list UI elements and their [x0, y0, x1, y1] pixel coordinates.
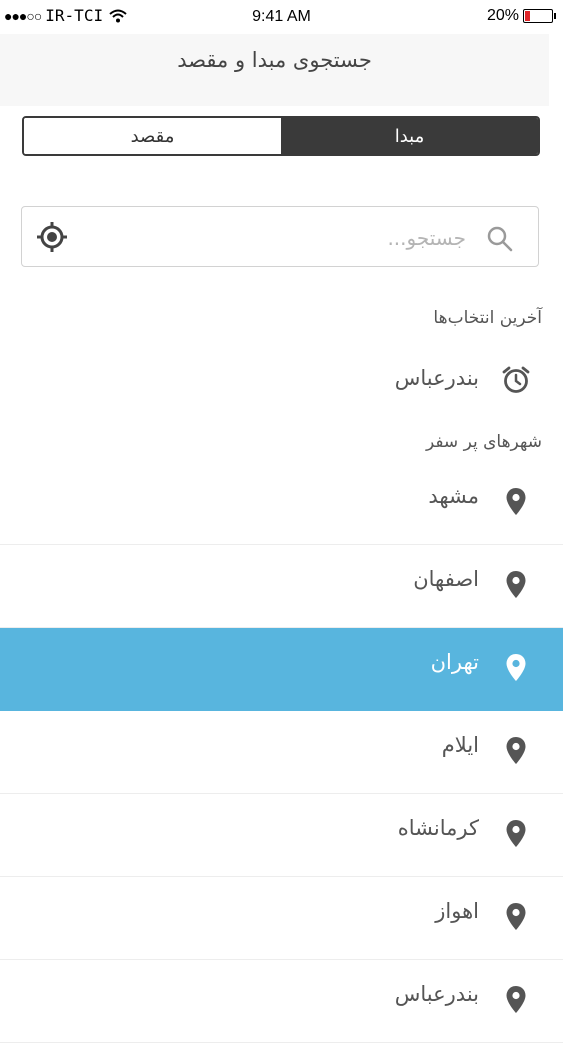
recent-item[interactable]: بندرعباس [0, 352, 563, 408]
search-box [21, 206, 539, 267]
city-name: ایلام [441, 733, 479, 757]
origin-destination-toggle: مقصد مبدا [22, 116, 540, 156]
city-name: اصفهان [413, 567, 479, 591]
city-name: اهواز [435, 899, 479, 923]
recent-section-title: آخرین انتخاب‌ها [433, 308, 542, 328]
search-icon [487, 226, 513, 252]
battery-level [525, 11, 530, 21]
battery-status: 20% [486, 7, 556, 25]
city-list: مشهد اصفهان تهران ایلام کرمانشاه اهواز بندرعبا… [0, 462, 563, 1043]
map-pin-icon [506, 986, 526, 1013]
city-list-item[interactable]: بندرعباس [0, 960, 563, 1043]
map-pin-icon [506, 737, 526, 764]
map-pin-icon [506, 571, 526, 598]
city-name: مشهد [428, 484, 479, 508]
battery-percent: 20% [486, 7, 519, 24]
popular-section-title: شهرهای پر سفر [425, 432, 542, 452]
page-title: جستجوی مبدا و مقصد [177, 48, 372, 72]
map-pin-icon [506, 820, 526, 847]
tab-destination[interactable]: مقصد [24, 118, 281, 154]
city-list-item[interactable]: کرمانشاه [0, 794, 563, 877]
city-list-item[interactable]: ایلام [0, 711, 563, 794]
map-pin-icon [506, 654, 526, 681]
status-bar: ●●●○○ IR-TCI 9:41 AM 20% [0, 0, 563, 34]
search-input[interactable] [104, 221, 468, 255]
city-list-item[interactable]: تهران [0, 628, 563, 711]
current-location-icon[interactable] [36, 221, 68, 253]
battery-icon [523, 9, 556, 23]
city-list-item[interactable]: مشهد [0, 462, 563, 545]
city-name: بندرعباس [394, 982, 479, 1006]
recent-item-label: بندرعباس [394, 366, 479, 390]
city-name: کرمانشاه [397, 816, 479, 840]
clock: 9:41 AM [252, 8, 311, 25]
map-pin-icon [506, 903, 526, 930]
alarm-clock-icon [502, 366, 530, 393]
tab-origin[interactable]: مبدا [281, 118, 538, 154]
navigation-bar: جستجوی مبدا و مقصد [0, 34, 549, 106]
city-list-item[interactable]: اهواز [0, 877, 563, 960]
map-pin-icon [506, 488, 526, 515]
city-name: تهران [430, 650, 479, 674]
city-list-item[interactable]: اصفهان [0, 545, 563, 628]
